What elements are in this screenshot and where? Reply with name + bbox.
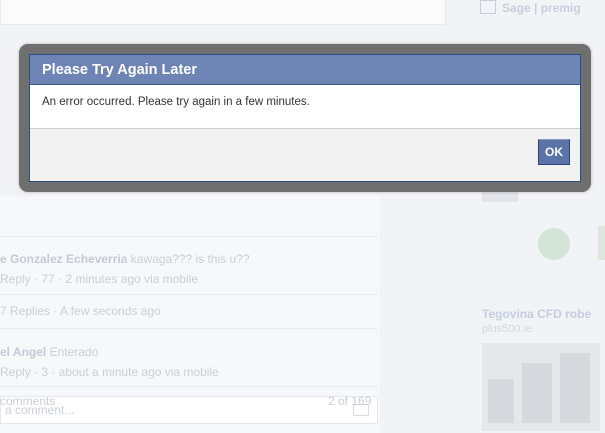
error-dialog: Please Try Again Later An error occurred… [29,54,581,182]
dialog-title: Please Try Again Later [30,55,580,85]
sidebar-header: Sage | premig [480,0,581,15]
comment-feed: a comment... e Gonzalez Echeverria kawag… [0,196,380,433]
comment-meta: Reply · 3 · about a minute ago via mobil… [0,365,219,379]
dialog-footer: OK [30,128,580,181]
more-comments-link: comments [0,394,56,408]
comment-author: e Gonzalez Echeverria [0,252,128,266]
comment-text: Enterado [49,345,99,359]
comment-meta: Reply · 77 · 2 minutes ago via mobile [0,272,199,286]
comment-item: el Angel Enterado [0,345,98,359]
comment-item: e Gonzalez Echeverria kawaga??? is this … [0,252,250,266]
dialog-overlay-frame: Please Try Again Later An error occurred… [19,44,591,192]
comments-pager: 2 of 169 [328,394,372,408]
background-post-card [0,0,446,25]
ad-logo-partial [598,226,605,260]
comment-text: kawaga??? is this u?? [130,252,250,266]
page-icon [480,0,496,14]
replies-link: 7 Replies · A few seconds ago [0,304,161,318]
dialog-message: An error occurred. Please try again in a… [42,96,310,108]
comment-input: a comment... [0,396,378,424]
comment-author: el Angel [0,345,47,359]
ad-logo-icon [538,228,570,260]
ok-button[interactable]: OK [538,139,570,165]
ad-image [482,343,600,431]
ad-title: Tegovina CFD robe [482,307,592,321]
ad-url: plus500.ie [482,323,533,335]
